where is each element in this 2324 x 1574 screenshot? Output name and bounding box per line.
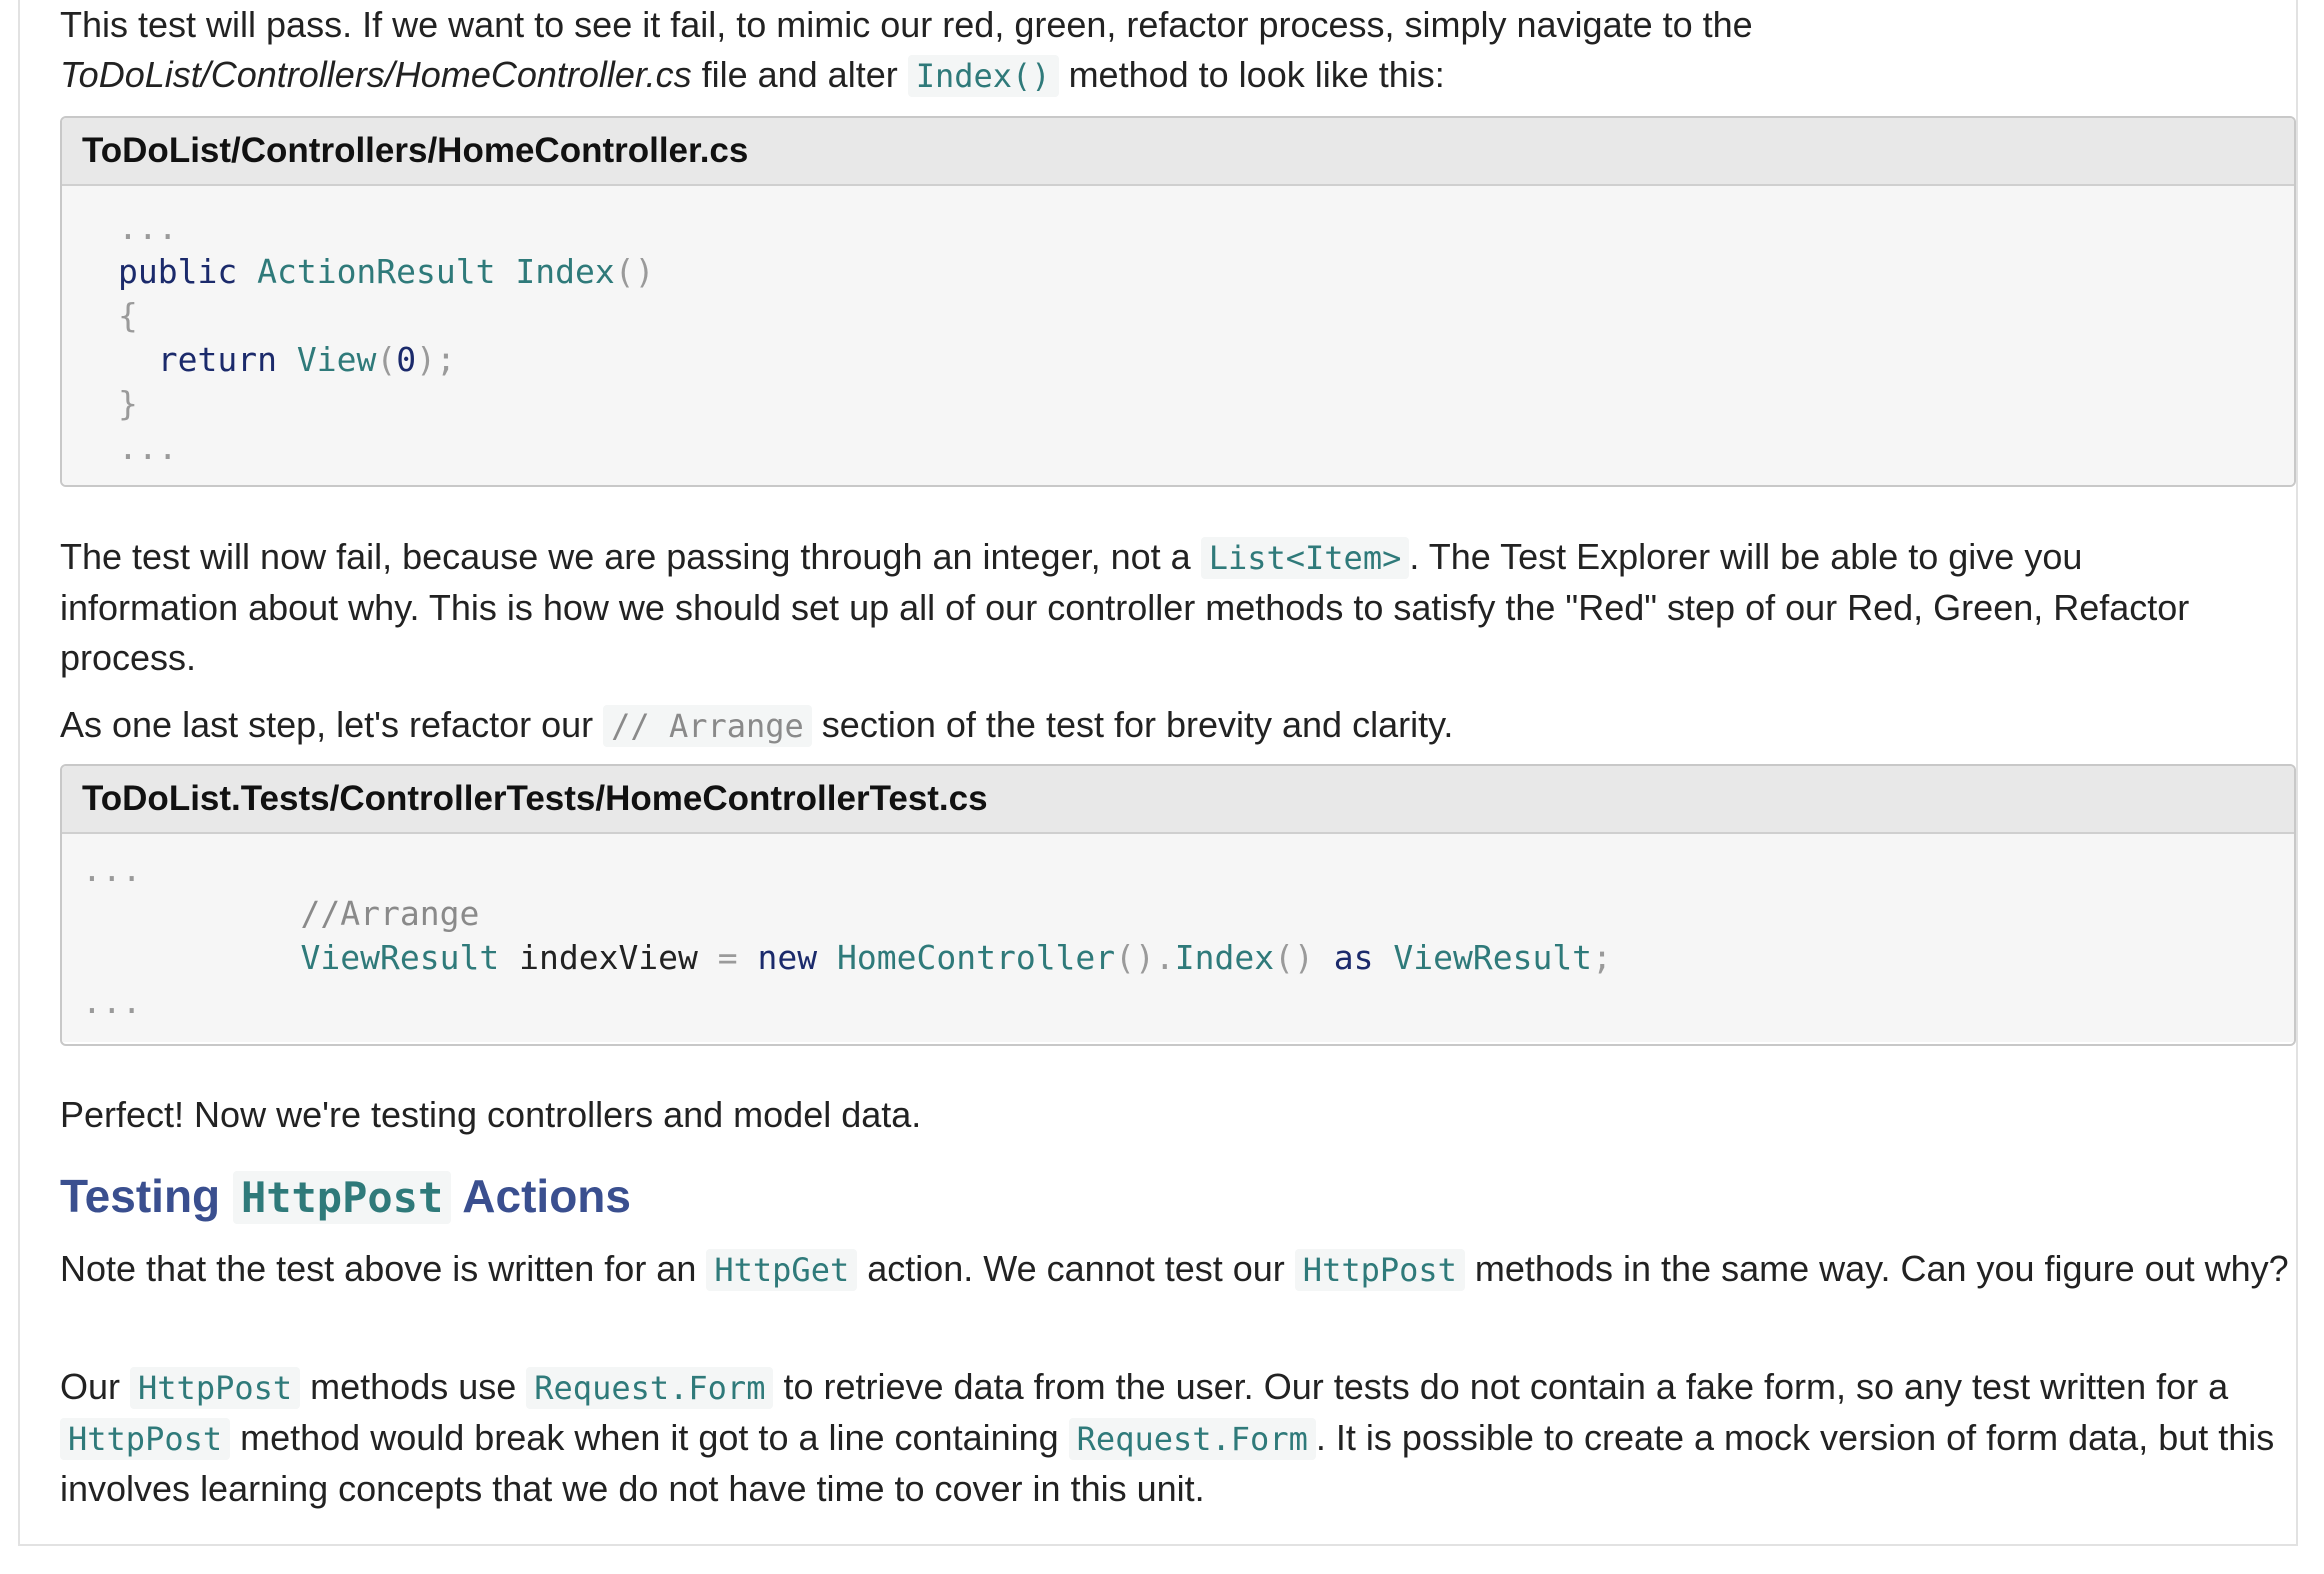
code-type: ViewResult	[300, 938, 500, 977]
para6-text-2: methods use	[300, 1366, 527, 1407]
refactor-paragraph: As one last step, let's refactor our // …	[60, 700, 2250, 751]
code-operator: =	[717, 938, 738, 977]
para6-text-4: method would break when it got to a line…	[230, 1417, 1069, 1458]
para1-text-1: This test will pass. If we want to see i…	[60, 4, 1753, 45]
code-block-home-controller: ToDoList/Controllers/HomeController.cs .…	[60, 116, 2296, 487]
inline-code-httppost: HttpPost	[130, 1367, 301, 1409]
para1-text-3: method to look like this:	[1058, 54, 1445, 95]
code-line-signature: public ActionResult Index()	[118, 250, 2294, 294]
para5-text-3: methods in the same way. Can you figure …	[1464, 1248, 2289, 1289]
code-punct: ()	[614, 252, 655, 291]
file-path-text: ToDoList/Controllers/HomeController.cs	[60, 54, 692, 95]
code-keyword: return	[157, 340, 277, 379]
code-keyword: public	[118, 252, 238, 291]
request-form-paragraph: Our HttpPost methods use Request.Form to…	[60, 1362, 2296, 1514]
code-line-arrange: ViewResult indexView = new HomeControlle…	[82, 936, 2294, 980]
code-punct: ()	[1274, 938, 1314, 977]
code-line-brace-close: }	[118, 384, 138, 423]
code-punct: ().	[1115, 938, 1175, 977]
code-comment: //Arrange	[300, 894, 480, 933]
code-type: HomeController	[837, 938, 1116, 977]
para6-text-3: to retrieve data from the user. Our test…	[773, 1366, 2229, 1407]
para3-text-1: As one last step, let's refactor our	[60, 704, 604, 745]
code-punct: (	[376, 340, 397, 379]
inline-code-httppost: HttpPost	[60, 1418, 231, 1460]
code-type: ViewResult	[1393, 938, 1593, 977]
para6-text-1: Our	[60, 1366, 131, 1407]
code-block-title: ToDoList.Tests/ControllerTests/HomeContr…	[62, 766, 2294, 834]
heading-code: HttpPost	[232, 1171, 452, 1224]
para5-text-2: action. We cannot test our	[857, 1248, 1295, 1289]
code-function: Index	[1174, 938, 1275, 977]
inline-code-httppost: HttpPost	[1294, 1249, 1465, 1291]
code-block-title: ToDoList/Controllers/HomeController.cs	[62, 118, 2294, 186]
code-ellipsis: ...	[82, 982, 142, 1021]
para1-text-2: file and alter	[691, 54, 908, 95]
code-line-brace-open: {	[118, 296, 138, 335]
section-heading: Testing HttpPost Actions	[60, 1166, 631, 1228]
code-block-home-controller-test: ToDoList.Tests/ControllerTests/HomeContr…	[60, 764, 2296, 1046]
para2-text-1: The test will now fail, because we are p…	[60, 536, 1201, 577]
code-punct: );	[416, 340, 456, 379]
lesson-page: This test will pass. If we want to see i…	[18, 0, 2298, 1546]
code-ellipsis: ...	[82, 850, 142, 889]
inline-code-request-form: Request.Form	[1068, 1418, 1316, 1460]
perfect-paragraph: Perfect! Now we're testing controllers a…	[60, 1094, 922, 1135]
code-identifier: indexView	[499, 938, 718, 977]
code-function: Index	[515, 252, 615, 291]
code-line-comment: //Arrange	[82, 892, 2294, 936]
code-ellipsis: ...	[118, 428, 178, 467]
inline-code-httpget: HttpGet	[706, 1249, 858, 1291]
code-block-body: ... public ActionResult Index() { return…	[62, 186, 2294, 485]
code-line-return: return View(0);	[118, 338, 2294, 382]
para5-text-1: Note that the test above is written for …	[60, 1248, 707, 1289]
code-keyword: as	[1333, 938, 1374, 977]
intro-paragraph: This test will pass. If we want to see i…	[60, 0, 1890, 101]
code-ellipsis: ...	[118, 208, 178, 247]
code-number: 0	[396, 340, 417, 379]
code-function: View	[296, 340, 377, 379]
code-punct: ;	[1592, 938, 1612, 977]
inline-code-request-form: Request.Form	[526, 1367, 774, 1409]
fail-explanation-paragraph: The test will now fail, because we are p…	[60, 532, 2250, 683]
httpget-paragraph: Note that the test above is written for …	[60, 1244, 2296, 1295]
inline-code-arrange: // Arrange	[603, 705, 812, 747]
para3-text-2: section of the test for brevity and clar…	[811, 704, 1454, 745]
heading-text-2: Actions	[451, 1170, 631, 1222]
inline-code-list-item: List<Item>	[1200, 537, 1410, 579]
inline-code-index: Index()	[907, 55, 1059, 97]
code-keyword: new	[757, 938, 818, 977]
heading-text-1: Testing	[60, 1170, 233, 1222]
code-type: ActionResult	[257, 252, 496, 291]
code-block-body: ... //Arrange ViewResult indexView = new…	[62, 834, 2294, 1042]
